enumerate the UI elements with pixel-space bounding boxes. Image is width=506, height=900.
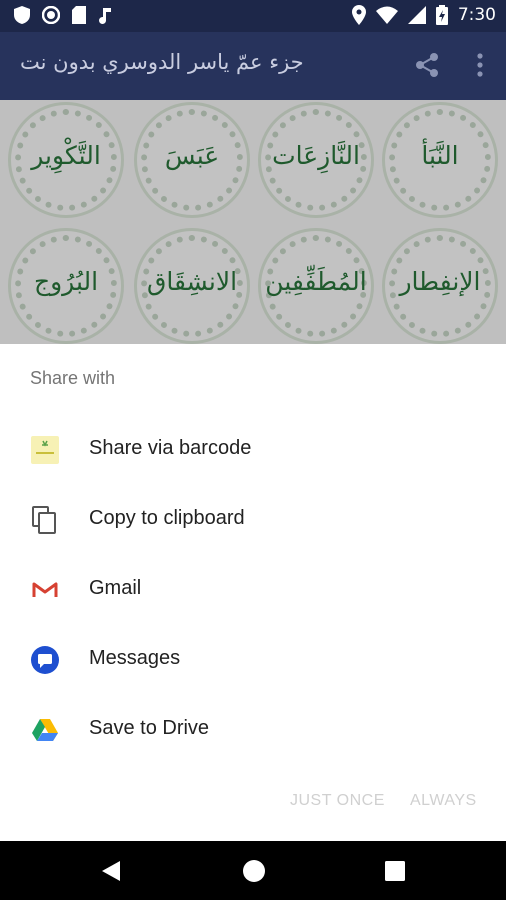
surah-name: عَبَسَ [164, 141, 220, 170]
share-sheet: Share with Share via barcode Copy to cli… [0, 344, 506, 841]
surah-grid: النَّبَأ النَّازِعَات عَبَسَ التَّكْوِير… [0, 100, 506, 344]
app-bar: جزء عمّ ياسر الدوسري بدون نت [0, 32, 506, 100]
nav-bar [0, 841, 506, 900]
music-note-icon [99, 8, 111, 24]
shield-icon [14, 6, 30, 24]
surah-tile[interactable]: البُرُوج [8, 228, 124, 344]
surah-name: البُرُوج [33, 267, 99, 296]
gmail-icon [32, 582, 58, 597]
surah-name: الانشِقَاق [146, 267, 238, 296]
surah-name: المُطَفِّفِين [265, 267, 367, 296]
surah-tile[interactable]: النَّازِعَات [258, 102, 374, 218]
share-item-drive[interactable]: Save to Drive [0, 694, 506, 764]
circle-dot-icon [42, 6, 60, 24]
messages-icon [31, 646, 59, 674]
wifi-icon [375, 6, 398, 24]
clipboard-icon [32, 506, 56, 534]
surah-tile[interactable]: التَّكْوِير [8, 102, 124, 218]
more-vert-icon[interactable] [468, 52, 492, 78]
share-item-label: Save to Drive [89, 717, 210, 739]
surah-tile[interactable]: النَّبَأ [382, 102, 498, 218]
share-sheet-title: Share with [30, 368, 116, 388]
surah-name: النَّازِعَات [272, 141, 360, 170]
share-item-label: Messages [89, 647, 181, 669]
home-icon[interactable] [242, 859, 266, 883]
surah-tile[interactable]: المُطَفِّفِين [258, 228, 374, 344]
back-icon[interactable] [100, 859, 122, 883]
share-item-gmail[interactable]: Gmail [0, 554, 506, 624]
share-item-label: Copy to clipboard [89, 507, 245, 529]
drive-icon [32, 719, 58, 741]
app-title: جزء عمّ ياسر الدوسري بدون نت [20, 50, 304, 74]
status-time: 7:30 [457, 5, 496, 25]
share-item-label: Gmail [89, 577, 142, 599]
share-item-label: Share via barcode [89, 437, 252, 459]
surah-name: التَّكْوِير [31, 141, 101, 170]
surah-tile[interactable]: الانشِقَاق [134, 228, 250, 344]
surah-tile[interactable]: عَبَسَ [134, 102, 250, 218]
battery-icon [435, 5, 448, 25]
barcode-icon [31, 436, 59, 464]
just-once-button[interactable]: JUST ONCE [290, 792, 385, 810]
recents-icon[interactable] [385, 861, 405, 881]
share-icon[interactable] [414, 52, 440, 78]
surah-name: الإنفِطار [399, 267, 481, 296]
location-icon [351, 5, 366, 25]
signal-icon [407, 6, 426, 24]
status-bar: 7:30 [0, 0, 506, 32]
share-item-barcode[interactable]: Share via barcode [0, 414, 506, 484]
share-item-messages[interactable]: Messages [0, 624, 506, 694]
share-item-clipboard[interactable]: Copy to clipboard [0, 484, 506, 554]
surah-name: النَّبَأ [421, 141, 459, 170]
always-button[interactable]: ALWAYS [410, 792, 477, 810]
sd-card-icon [72, 6, 86, 24]
surah-tile[interactable]: الإنفِطار [382, 228, 498, 344]
